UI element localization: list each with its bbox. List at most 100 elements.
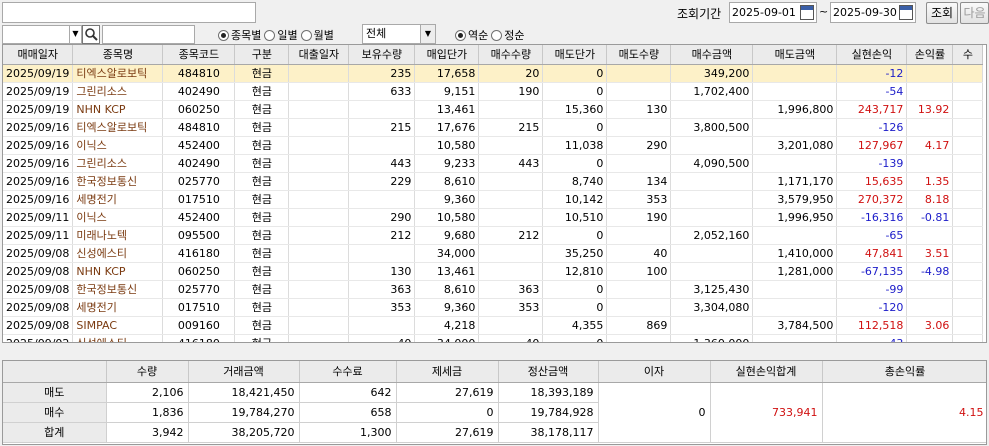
buy-qty (478, 316, 544, 335)
buy-amount: 1,702,400 (670, 82, 754, 101)
stock-code: 060250 (162, 262, 236, 281)
sell-amount: 3,784,500 (752, 316, 838, 335)
search-button[interactable] (82, 25, 100, 44)
stock-code: 017510 (162, 298, 236, 317)
trade-type: 현금 (234, 262, 290, 281)
trade-type: 현금 (234, 64, 290, 83)
extra-cell (952, 208, 984, 227)
stock-code-input[interactable] (2, 25, 70, 44)
next-button[interactable]: 다음 (960, 2, 989, 24)
trade-type: 현금 (234, 82, 290, 101)
trade-type: 현금 (234, 100, 290, 119)
table-row[interactable]: 2025/09/08 한국정보통신 025770 현금 363 8,610 363 0 3,12… (3, 280, 984, 299)
stock-code-dropdown-button[interactable]: ▼ (69, 25, 82, 44)
hold-qty: 215 (348, 118, 416, 137)
table-row[interactable]: 2025/09/16 세명전기 017510 현금 9,360 10,142 353 3,57… (3, 190, 984, 209)
table-row[interactable]: 2025/09/16 이닉스 452400 현금 10,580 11,038 290 3,20… (3, 136, 984, 155)
table-row[interactable]: 2025/09/19 그린리소스 402490 현금 633 9,151 190 0 1,702… (3, 82, 984, 101)
query-button[interactable]: 조회 (926, 2, 958, 24)
column-header[interactable]: 매입단가 (414, 45, 480, 65)
stock-name: 미래나노텍 (72, 226, 164, 245)
extra-cell (952, 64, 984, 83)
stock-name-input[interactable] (102, 25, 195, 44)
summary-qty: 2,106 (106, 382, 189, 403)
trade-type: 현금 (234, 316, 290, 335)
hold-qty: 290 (348, 208, 416, 227)
calendar-icon[interactable] (800, 5, 814, 20)
table-row[interactable]: 2025/09/19 NHN KCP 060250 현금 13,461 15,360 130… (3, 100, 984, 119)
chevron-down-icon: ▼ (420, 25, 435, 43)
realized-pnl: 15,635 (836, 172, 908, 191)
table-row[interactable]: 2025/09/08 세명전기 017510 현금 353 9,360 353 0 3,304,… (3, 298, 984, 317)
chevron-down-icon: ▼ (72, 29, 79, 38)
buy-amount (670, 244, 754, 263)
table-row[interactable]: 2025/09/11 이닉스 452400 현금 290 10,580 10,510 190 1… (3, 208, 984, 227)
loan-date (288, 82, 350, 101)
radio-desc[interactable]: 역순 (455, 27, 488, 43)
date-to-input[interactable]: 2025-09-30 (830, 2, 916, 23)
buy-qty (478, 190, 544, 209)
sell-qty (606, 280, 672, 299)
realized-pnl: -120 (836, 298, 908, 317)
trade-type: 현금 (234, 244, 290, 263)
extra-cell (952, 136, 984, 155)
sell-qty (606, 298, 672, 317)
table-row[interactable]: 2025/09/16 한국정보통신 025770 현금 229 8,610 8,740 134… (3, 172, 984, 191)
column-header[interactable]: 대출일자 (288, 45, 350, 65)
sell-price: 0 (542, 154, 608, 173)
column-header[interactable]: 구분 (234, 45, 290, 65)
sell-price: 0 (542, 298, 608, 317)
radio-asc[interactable]: 정순 (491, 27, 525, 43)
table-row[interactable]: 2025/09/08 SIMPAC 009160 현금 4,218 4,355 869 3,7… (3, 316, 984, 335)
column-header[interactable]: 손익률 (906, 45, 954, 65)
stock-code: 452400 (162, 208, 236, 227)
table-row[interactable]: 2025/09/02신성에스티416180현금4034,0004001,360,… (3, 334, 984, 342)
column-header[interactable]: 매매일자 (3, 45, 74, 65)
buy-price: 10,580 (414, 208, 480, 227)
radio-indicator (300, 29, 312, 41)
trade-history-grid[interactable]: 매매일자 종목명 종목코드 구분 대출일자 보유수량 매입단가 매수수량 매도단가 매도수량 매수금… (2, 44, 987, 343)
summary-column-header: 총손익률 (822, 361, 986, 383)
radio-by-day[interactable]: 일별 (264, 27, 298, 43)
radio-by-stock[interactable]: 종목별 (218, 27, 261, 43)
column-header[interactable]: 매도금액 (752, 45, 838, 65)
table-row[interactable]: 2025/09/08 NHN KCP 060250 현금 130 13,461 12,810… (3, 262, 984, 281)
column-header[interactable]: 실현손익 (836, 45, 908, 65)
summary-tax: 0 (396, 402, 499, 423)
summary-total-rate: 4.15 (822, 382, 986, 443)
summary-fee: 658 (299, 402, 397, 423)
type-select[interactable]: 전체 ▼ (362, 24, 436, 44)
table-row[interactable]: 2025/09/16 티엑스알로보틱 484810 현금 215 17,676 215 0 3,… (3, 118, 984, 137)
loan-date (288, 136, 350, 155)
column-header[interactable]: 매도수량 (606, 45, 672, 65)
pnl-rate: 1.35 (906, 172, 954, 191)
stock-name: 한국정보통신 (72, 172, 164, 191)
summary-fee: 642 (299, 382, 397, 403)
loan-date (288, 244, 350, 263)
table-row[interactable]: 2025/09/08 신성에스티 416180 현금 34,000 35,250 40 1,4… (3, 244, 984, 263)
stock-code: 484810 (162, 64, 236, 83)
top-input[interactable] (2, 2, 256, 23)
hold-qty: 353 (348, 298, 416, 317)
sell-price: 8,740 (542, 172, 608, 191)
column-header[interactable]: 매도단가 (542, 45, 608, 65)
buy-price: 13,461 (414, 262, 480, 281)
column-header[interactable]: 보유수량 (348, 45, 416, 65)
table-row[interactable]: 2025/09/16 그린리소스 402490 현금 443 9,233 443 0 4,090… (3, 154, 984, 173)
column-header[interactable]: 종목명 (72, 45, 164, 65)
column-header[interactable]: 종목코드 (162, 45, 236, 65)
column-header[interactable]: 매수수량 (478, 45, 544, 65)
trade-type: 현금 (234, 280, 290, 299)
table-row[interactable]: 2025/09/19 티엑스알로보틱 484810 현금 235 17,658 20 0 349… (3, 64, 984, 83)
table-row[interactable]: 2025/09/11 미래나노텍 095500 현금 212 9,680 212 0 2,052… (3, 226, 984, 245)
pnl-rate (906, 226, 954, 245)
radio-by-month[interactable]: 월별 (300, 27, 334, 43)
order-radio-group: 역순 정순 (455, 27, 528, 43)
column-header[interactable]: 수 (952, 45, 984, 65)
date-from-input[interactable]: 2025-09-01 (729, 2, 817, 23)
calendar-icon[interactable] (899, 5, 913, 20)
column-header[interactable]: 매수금액 (670, 45, 754, 65)
summary-row-label: 매도 (3, 382, 107, 403)
sell-price: 0 (542, 82, 608, 101)
buy-qty (478, 244, 544, 263)
